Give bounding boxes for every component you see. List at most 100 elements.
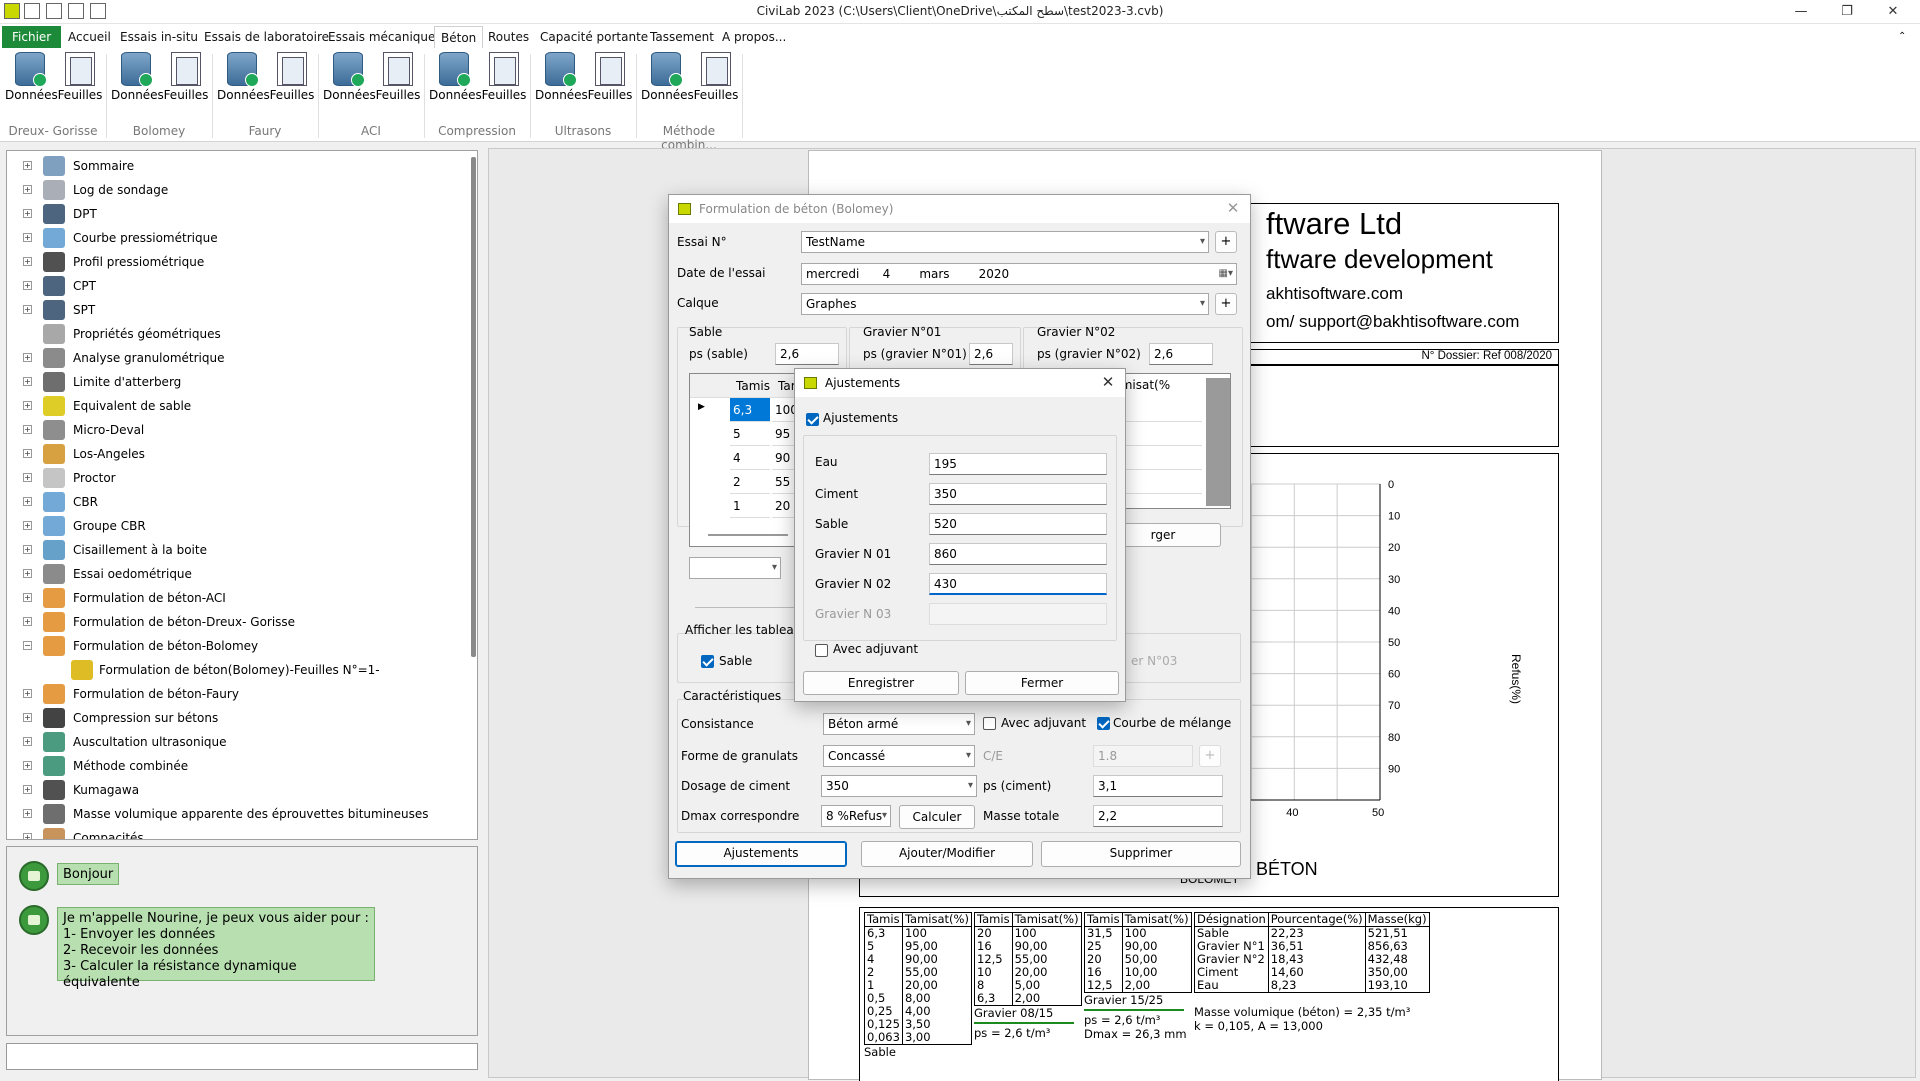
grid-hscrollbar[interactable]: [708, 534, 788, 536]
sable-checkbox[interactable]: [701, 655, 714, 668]
tab-a-propos[interactable]: A propos...: [716, 26, 792, 48]
expand-icon[interactable]: +: [23, 185, 32, 194]
sable-source-combo[interactable]: ▾: [689, 557, 781, 579]
expand-icon[interactable]: +: [23, 305, 32, 314]
collapse-icon[interactable]: −: [23, 641, 32, 650]
grid-cell[interactable]: 5: [730, 422, 770, 446]
tab-capacite-portante[interactable]: Capacité portante: [534, 26, 654, 48]
close-window-button[interactable]: ✕: [1870, 0, 1916, 24]
ajustements-button[interactable]: Ajustements: [675, 841, 847, 867]
eau-input[interactable]: 195: [929, 453, 1107, 475]
ce-plus-button[interactable]: +: [1199, 745, 1221, 767]
faury-sheets-button[interactable]: Feuilles: [267, 52, 317, 108]
tab-essais-mecaniques[interactable]: Essais mécaniques: [322, 26, 448, 48]
combinee-data-button[interactable]: Données: [641, 52, 694, 108]
ps-gravier2-input[interactable]: 2,6: [1149, 343, 1213, 365]
grid-cell[interactable]: 20: [772, 494, 796, 518]
expand-icon[interactable]: +: [23, 713, 32, 722]
ce-input[interactable]: 1.8: [1093, 745, 1193, 767]
expand-icon[interactable]: +: [23, 545, 32, 554]
dreux-data-button[interactable]: Données: [5, 52, 58, 108]
ps-gravier1-input[interactable]: 2,6: [969, 343, 1013, 365]
adjuvant-checkbox[interactable]: [815, 644, 828, 657]
compression-data-button[interactable]: Données: [429, 52, 482, 108]
expand-icon[interactable]: +: [23, 377, 32, 386]
supprimer-button[interactable]: Supprimer: [1041, 841, 1241, 867]
expand-icon[interactable]: +: [23, 569, 32, 578]
dmax-combo[interactable]: 8 %Refus ▾: [821, 805, 891, 827]
expand-icon[interactable]: +: [23, 353, 32, 362]
combinee-sheets-button[interactable]: Feuilles: [691, 52, 741, 108]
sable-input[interactable]: 520: [929, 513, 1107, 535]
expand-icon[interactable]: +: [23, 833, 32, 839]
bolomey-data-button[interactable]: Données: [111, 52, 164, 108]
expand-icon[interactable]: +: [23, 401, 32, 410]
date-picker[interactable]: mercredi 4 mars 2020 ▦▾: [801, 263, 1237, 285]
expand-icon[interactable]: +: [23, 689, 32, 698]
ps-sable-input[interactable]: 2,6: [775, 343, 839, 365]
grid-cell[interactable]: 90: [772, 446, 796, 470]
faury-data-button[interactable]: Données: [217, 52, 270, 108]
expand-icon[interactable]: +: [23, 209, 32, 218]
ajouter-modifier-button[interactable]: Ajouter/Modifier: [861, 841, 1033, 867]
expand-icon[interactable]: +: [23, 161, 32, 170]
sable-grid[interactable]: Tamis Tar ▶ 6,3 100 5 95 4 90 2 55 1 20: [689, 373, 798, 547]
expand-icon[interactable]: +: [23, 521, 32, 530]
grid-cell[interactable]: 4: [730, 446, 770, 470]
grid-cell[interactable]: 55: [772, 470, 796, 494]
calendar-icon[interactable]: ▦▾: [1219, 264, 1233, 284]
ciment-input[interactable]: 350: [929, 483, 1107, 505]
grid-cell[interactable]: 1: [730, 494, 770, 518]
expand-icon[interactable]: +: [23, 593, 32, 602]
formulation-close-button[interactable]: ✕: [1222, 197, 1244, 219]
tab-fichier[interactable]: Fichier: [2, 26, 62, 48]
grid-cell[interactable]: 100: [772, 398, 798, 422]
expand-icon[interactable]: +: [23, 785, 32, 794]
essai-combo[interactable]: TestName ▾: [801, 231, 1209, 253]
minimize-button[interactable]: —: [1778, 0, 1824, 24]
expand-icon[interactable]: +: [23, 809, 32, 818]
calculer-button[interactable]: Calculer: [899, 805, 975, 829]
tab-routes[interactable]: Routes: [482, 26, 535, 48]
tab-accueil[interactable]: Accueil: [62, 26, 117, 48]
dreux-sheets-button[interactable]: Feuilles: [55, 52, 105, 108]
gravier1-input[interactable]: 860: [929, 543, 1107, 565]
courbe-melange-checkbox[interactable]: [1097, 717, 1110, 730]
fermer-button[interactable]: Fermer: [965, 671, 1119, 695]
restore-button[interactable]: ❐: [1824, 0, 1870, 24]
expand-icon[interactable]: +: [23, 281, 32, 290]
expand-icon[interactable]: +: [23, 425, 32, 434]
aci-sheets-button[interactable]: Feuilles: [373, 52, 423, 108]
ribbon-collapse-icon[interactable]: ⌃: [1892, 26, 1912, 48]
gravier2-input[interactable]: 430: [929, 573, 1107, 595]
tab-tassement[interactable]: Tassement: [644, 26, 720, 48]
project-tree[interactable]: + Sommaire + Log de sondage + DPT + Courbe pres…: [6, 150, 478, 840]
tab-essais-in-situ[interactable]: Essais in-situ: [114, 26, 204, 48]
bolomey-sheets-button[interactable]: Feuilles: [161, 52, 211, 108]
grid-vscrollbar[interactable]: [1206, 378, 1230, 506]
ultrasons-data-button[interactable]: Données: [535, 52, 588, 108]
expand-icon[interactable]: +: [23, 737, 32, 746]
grid-cell[interactable]: 6,3: [730, 398, 770, 422]
gravier3-input[interactable]: [929, 603, 1107, 625]
expand-icon[interactable]: +: [23, 449, 32, 458]
compression-sheets-button[interactable]: Feuilles: [479, 52, 529, 108]
expand-icon[interactable]: +: [23, 257, 32, 266]
tab-beton[interactable]: Béton: [434, 26, 484, 48]
tab-essais-laboratoire[interactable]: Essais de laboratoire: [198, 26, 335, 48]
masse-totale-input[interactable]: 2,2: [1093, 805, 1223, 827]
grid-cell[interactable]: 95: [772, 422, 796, 446]
expand-icon[interactable]: +: [23, 233, 32, 242]
dosage-combo[interactable]: 350 ▾: [821, 775, 977, 797]
expand-icon[interactable]: +: [23, 497, 32, 506]
avec-adjuvant-checkbox[interactable]: [983, 717, 996, 730]
enregistrer-button[interactable]: Enregistrer: [803, 671, 959, 695]
assistant-input[interactable]: [6, 1043, 478, 1070]
expand-icon[interactable]: +: [23, 761, 32, 770]
ps-ciment-input[interactable]: 3,1: [1093, 775, 1223, 797]
aci-data-button[interactable]: Données: [323, 52, 376, 108]
add-calque-button[interactable]: +: [1215, 293, 1237, 315]
expand-icon[interactable]: +: [23, 617, 32, 626]
forme-combo[interactable]: Concassé ▾: [823, 745, 975, 767]
calque-combo[interactable]: Graphes ▾: [801, 293, 1209, 315]
